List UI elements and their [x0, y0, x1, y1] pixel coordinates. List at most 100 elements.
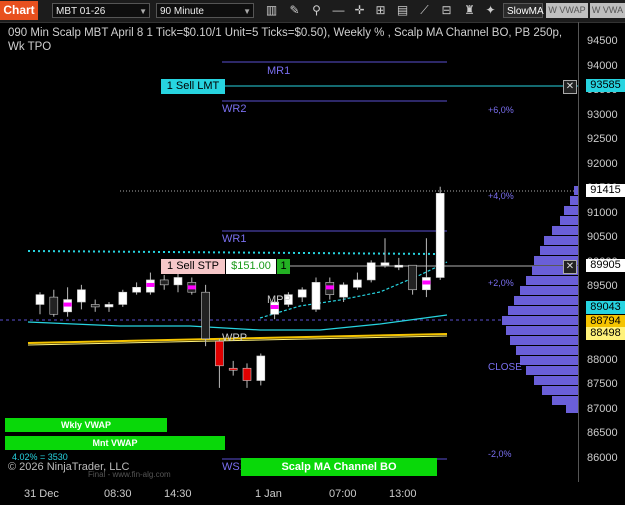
time-tick-label: 14:30	[164, 488, 192, 500]
candle-body	[311, 282, 321, 310]
time-tick-label: 07:00	[329, 488, 357, 500]
chevron-down-icon: ▼	[139, 7, 147, 16]
lower-channel-line	[27, 314, 448, 331]
data-box-icon[interactable]: ▤	[395, 3, 410, 18]
price-marker: 88498	[586, 327, 625, 340]
price-tick-label: 87000	[587, 402, 618, 415]
settings-icon[interactable]: ✦	[483, 3, 498, 18]
price-tick-label: 88000	[587, 353, 618, 366]
price-tick-label: 90500	[587, 231, 618, 244]
mnt-vwap-button[interactable]: Mnt VWAP	[5, 436, 225, 450]
volume-profile-bar	[560, 216, 578, 225]
candle-body	[408, 264, 417, 291]
minus-icon[interactable]: —	[331, 3, 346, 18]
candle-body	[297, 289, 307, 298]
candle-body	[90, 304, 100, 308]
volume-profile-bar	[544, 236, 578, 245]
zoom-icon[interactable]: ⚲	[309, 3, 324, 18]
candle-body	[339, 284, 348, 298]
instrument-value: MBT 01-26	[56, 6, 106, 17]
signal-marker	[187, 285, 196, 290]
close-icon[interactable]: ✕	[563, 80, 577, 94]
draw-object-icon[interactable]: ⟋	[417, 3, 432, 18]
signal-marker	[325, 285, 334, 290]
price-tick-label: 92000	[587, 157, 618, 170]
candle-body	[49, 296, 59, 315]
properties-icon[interactable]: ⊟	[439, 3, 454, 18]
pct-label: +4,0%	[488, 191, 514, 201]
level-mr1-label: MR1	[267, 65, 291, 77]
chart-menu-button[interactable]: Chart	[0, 1, 38, 20]
candle-body	[173, 277, 183, 286]
chevron-down-icon: ▼	[243, 7, 251, 16]
candle-body	[353, 279, 362, 288]
signal-marker	[146, 282, 155, 287]
price-tick-label: 93000	[587, 108, 618, 121]
volume-profile-bar	[508, 306, 578, 315]
volume-profile-bar	[570, 196, 578, 205]
level-wr2-label: WR2	[222, 103, 247, 115]
instrument-selector[interactable]: MBT 01-26 ▼	[52, 3, 150, 18]
volume-profile-bar	[540, 246, 578, 255]
upper-channel-line	[27, 250, 441, 255]
crosshair-icon[interactable]: ✛	[352, 3, 367, 18]
candle-body	[380, 262, 390, 266]
grid-icon[interactable]: ⊞	[373, 3, 388, 18]
volume-profile-bar	[564, 206, 578, 215]
price-marker: 89905	[586, 259, 625, 272]
candle-body	[159, 279, 169, 286]
candle-body	[77, 289, 86, 303]
candle-body	[366, 262, 376, 281]
close-label: CLOSE	[488, 362, 522, 373]
time-tick-label: 31 Dec	[24, 488, 59, 500]
interval-selector[interactable]: 90 Minute ▼	[156, 3, 254, 18]
volume-profile-bar	[502, 316, 578, 325]
watermark-text: Final - www.fin-alg.com	[88, 470, 171, 479]
volume-profile-bar	[534, 376, 578, 385]
indicator-value: SlowMA	[507, 6, 544, 17]
w-vwa-button[interactable]: W VWA	[590, 3, 625, 18]
pct-label: +6,0%	[488, 105, 514, 115]
candle-body	[215, 340, 224, 367]
indicator-selector[interactable]: SlowMA	[503, 3, 544, 18]
candle-body	[132, 286, 141, 293]
signal-marker	[422, 280, 431, 285]
price-marker: 93585	[586, 79, 625, 92]
pct-label: -2,0%	[488, 449, 512, 459]
candle-body	[256, 355, 266, 381]
time-tick-label: 13:00	[389, 488, 417, 500]
position-pnl: $151.00	[226, 259, 276, 274]
candle-body	[435, 193, 445, 278]
price-chart-canvas[interactable]	[0, 22, 625, 505]
position-quantity: 1	[277, 259, 290, 274]
chart-toolbar: Chart MBT 01-26 ▼ 90 Minute ▼ ▥ ✎ ⚲ — ✛ …	[0, 0, 625, 23]
candle-body	[35, 294, 45, 305]
strategy-icon[interactable]: ♜	[462, 3, 477, 18]
price-tick-label: 86000	[587, 452, 618, 464]
bar-chart-icon[interactable]: ▥	[264, 3, 279, 18]
volume-profile-bar	[526, 276, 578, 285]
volume-profile-bar	[542, 386, 578, 395]
price-tick-label: 86500	[587, 427, 618, 440]
candle-body	[242, 367, 252, 381]
pencil-icon[interactable]: ✎	[287, 3, 302, 18]
close-icon[interactable]: ✕	[563, 260, 577, 274]
wkly-vwap-button[interactable]: Wkly VWAP	[5, 418, 167, 432]
price-tick-label: 94000	[587, 59, 618, 72]
price-tick-label: 89500	[587, 280, 618, 293]
price-tick-label: 92500	[587, 133, 618, 146]
price-marker: 89043	[586, 301, 625, 314]
interval-value: 90 Minute	[160, 6, 204, 17]
sell-stop-order-tag[interactable]: 1 Sell STP	[161, 259, 225, 274]
price-marker: 91415	[586, 184, 625, 197]
sell-limit-order-tag[interactable]: 1 Sell LMT	[161, 79, 225, 94]
price-tick-label: 94500	[587, 35, 618, 47]
w-vwap-button[interactable]: W VWAP	[546, 3, 588, 18]
candle-body	[104, 304, 114, 308]
level-mpp-label: MPP	[267, 294, 291, 306]
volume-profile-bar	[520, 286, 578, 295]
price-tick-label: 91000	[587, 206, 618, 219]
level-wpp-label: WPP	[222, 332, 248, 344]
scalp-ma-channel-button[interactable]: Scalp MA Channel BO	[241, 458, 437, 476]
volume-profile-bar	[526, 366, 578, 375]
